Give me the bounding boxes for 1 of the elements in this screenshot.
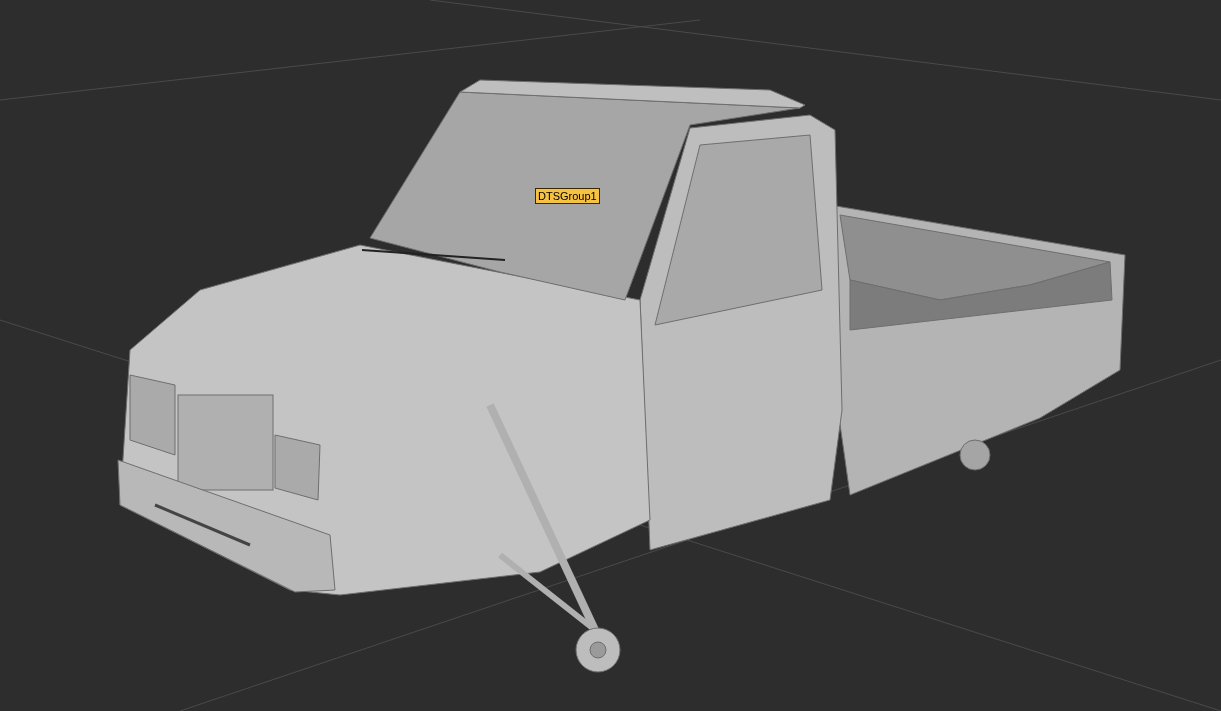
object-label: DTSGroup1	[535, 188, 600, 204]
